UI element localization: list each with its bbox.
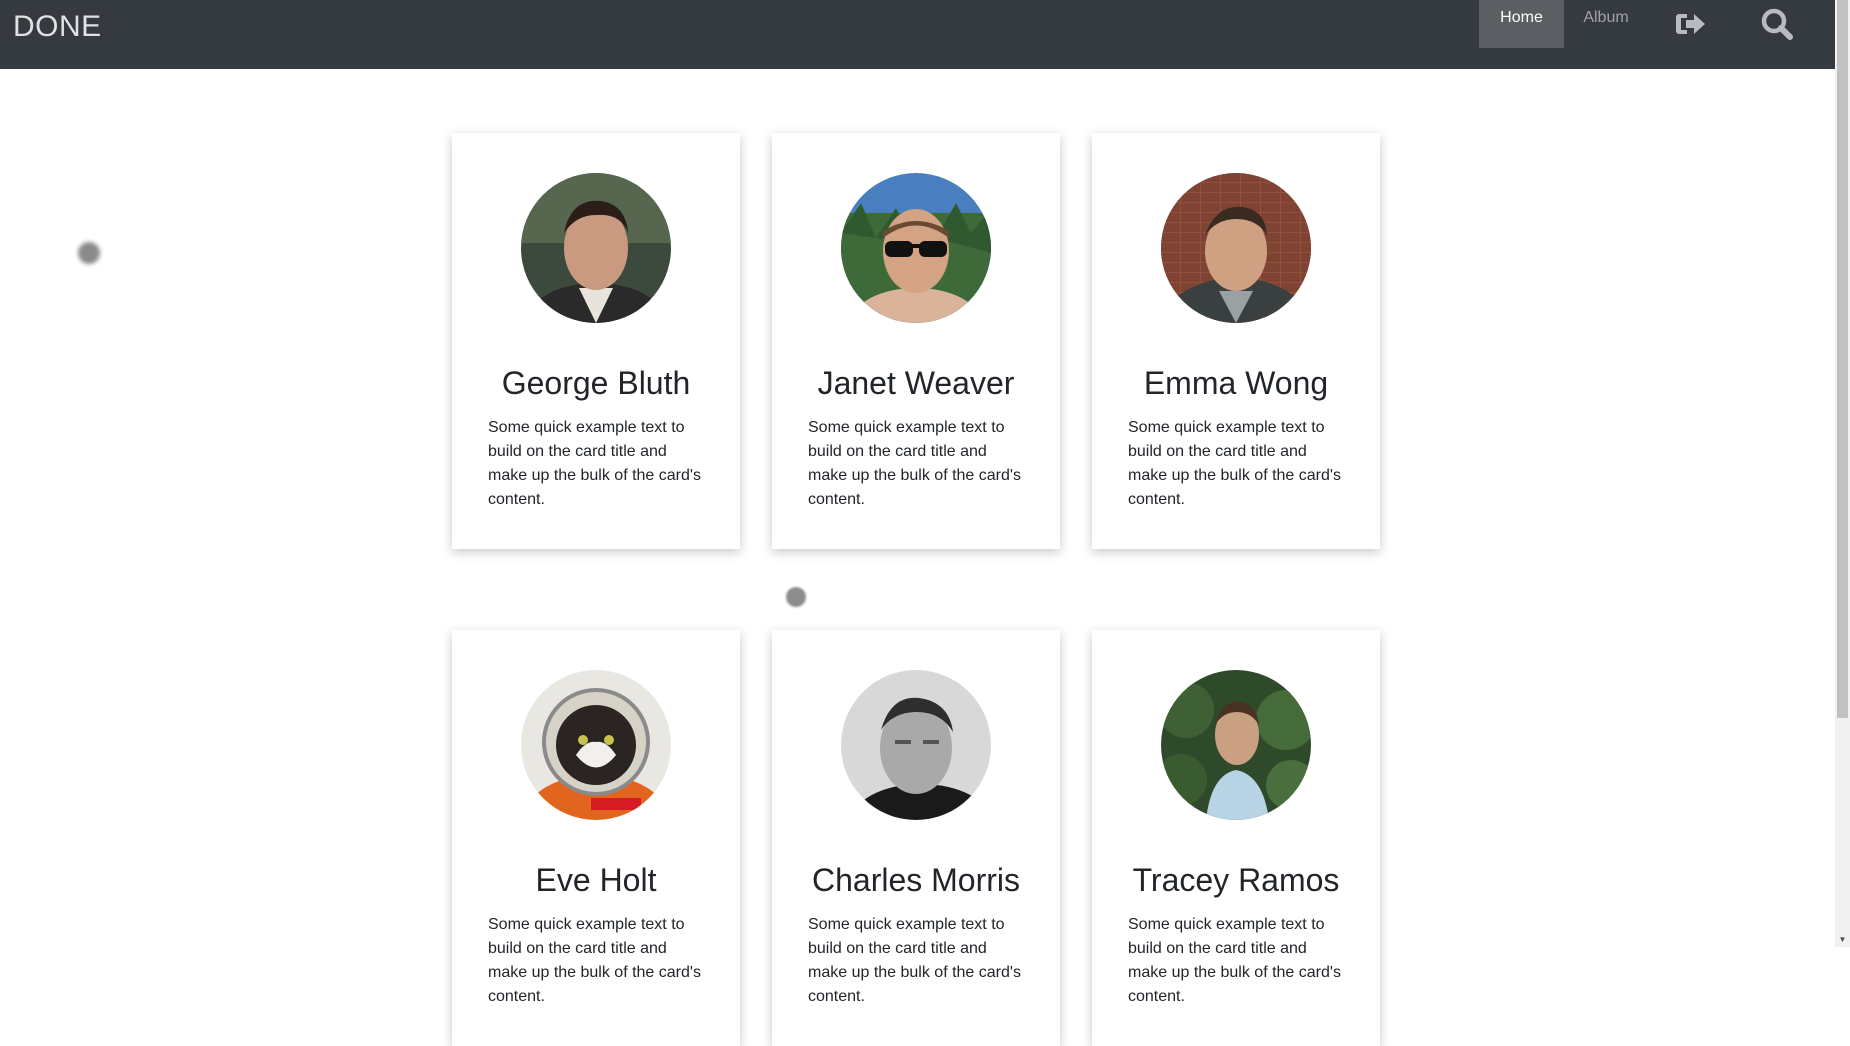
card-title: Janet Weaver — [817, 365, 1015, 401]
user-card: George Bluth Some quick example text to … — [452, 133, 740, 549]
user-card: Janet Weaver Some quick example text to … — [772, 133, 1060, 549]
nav-home-link[interactable]: Home — [1479, 0, 1564, 48]
avatar — [521, 173, 671, 323]
card-title: Charles Morris — [811, 862, 1021, 898]
user-card: Charles Morris Some quick example text t… — [772, 630, 1060, 1046]
card-text: Some quick example text to build on the … — [808, 419, 1021, 508]
card-title: George Bluth — [501, 365, 691, 401]
card-text: Some quick example text to build on the … — [1128, 916, 1341, 1005]
avatar — [1161, 670, 1311, 820]
sign-out-icon[interactable] — [1673, 6, 1709, 42]
loading-dot — [786, 587, 806, 607]
loading-dot — [78, 242, 100, 264]
scroll-down-arrow-icon[interactable]: ▼ — [1835, 933, 1850, 947]
scrollbar-thumb[interactable] — [1837, 0, 1848, 718]
card-text: Some quick example text to build on the … — [488, 419, 701, 508]
search-icon[interactable] — [1759, 6, 1795, 42]
user-card: Eve Holt Some quick example text to buil… — [452, 630, 740, 1046]
nav-album-link[interactable]: Album — [1564, 0, 1648, 48]
user-card: Emma Wong Some quick example text to bui… — [1092, 133, 1380, 549]
card-title: Emma Wong — [1143, 365, 1329, 401]
card-text: Some quick example text to build on the … — [1128, 419, 1341, 508]
avatar — [841, 173, 991, 323]
avatar — [841, 670, 991, 820]
user-card: Tracey Ramos Some quick example text to … — [1092, 630, 1380, 1046]
card-text: Some quick example text to build on the … — [808, 916, 1021, 1005]
page-scrollbar[interactable]: ▼ — [1835, 0, 1850, 947]
avatar — [521, 670, 671, 820]
avatar — [1161, 173, 1311, 323]
card-title: Tracey Ramos — [1132, 862, 1340, 898]
top-navbar: DONE Home Album — [0, 0, 1835, 69]
card-text: Some quick example text to build on the … — [488, 916, 701, 1005]
card-title: Eve Holt — [535, 862, 657, 898]
brand-logo[interactable]: DONE — [13, 10, 102, 44]
